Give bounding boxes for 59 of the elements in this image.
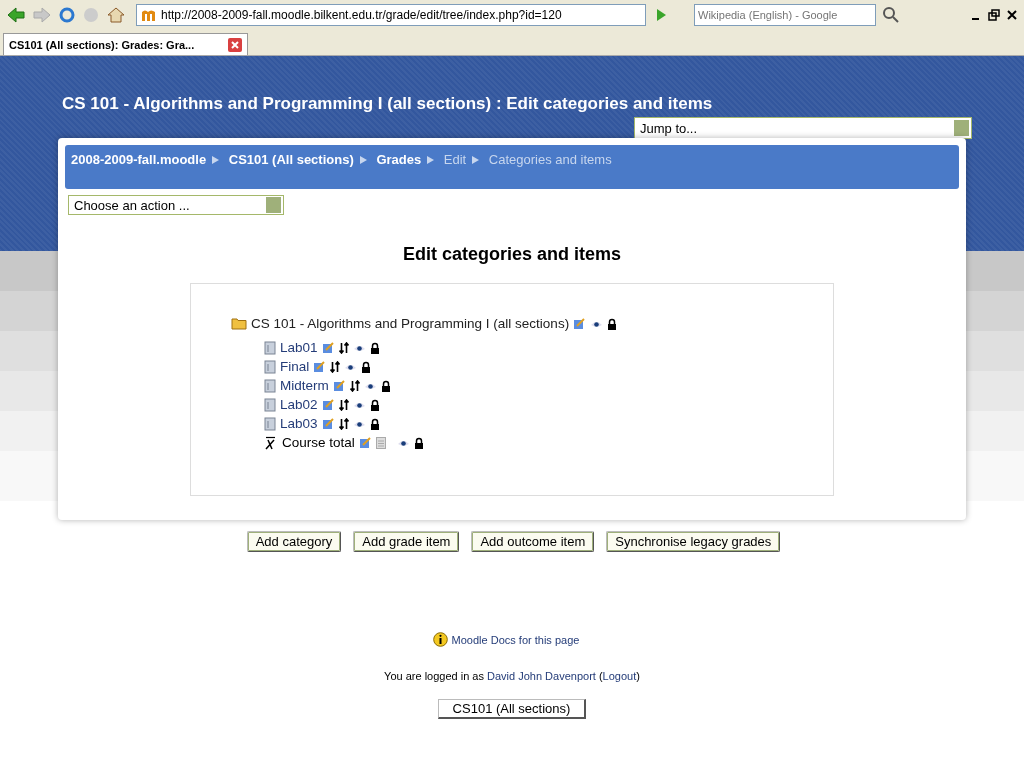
action-select[interactable]: Choose an action ... (68, 195, 284, 215)
lock-icon[interactable] (380, 379, 391, 392)
breadcrumb-item: Categories and items (488, 152, 612, 167)
grade-item-link[interactable]: Final (280, 359, 310, 374)
breadcrumb-item[interactable]: CS101 (All sections) (228, 152, 354, 167)
action-button[interactable]: Add outcome item (471, 531, 595, 552)
logout-link[interactable]: Logout (602, 670, 637, 682)
page-title: CS 101 - Algorithms and Programming I (all sections) : Edit categories and items (62, 93, 714, 114)
address-field[interactable]: http://2008-2009-fall.moodle.bilkent.edu.tr/grade/edit/tree/index.php?id=120 (136, 4, 646, 26)
browser-tab[interactable]: CS101 (All sections): Grades: Gra... (3, 33, 248, 55)
docs-link[interactable]: Moodle Docs for this page (451, 633, 580, 646)
action-button[interactable]: Synchronise legacy grades (606, 531, 781, 552)
lock-icon[interactable] (369, 417, 380, 430)
move-icon[interactable] (338, 417, 349, 430)
document-icon (264, 359, 276, 374)
separator-icon (212, 156, 220, 164)
action-button[interactable]: Add grade item (353, 531, 460, 552)
edit-icon[interactable] (358, 436, 372, 449)
lock-icon[interactable] (369, 341, 380, 354)
jump-to-select[interactable]: Jump to... (634, 117, 972, 139)
breadcrumb-item: Edit (443, 152, 467, 167)
back-icon[interactable] (6, 6, 26, 24)
separator-icon (472, 156, 480, 164)
move-icon[interactable] (330, 360, 341, 373)
separator-icon (427, 156, 435, 164)
grade-item-name: Course total (282, 435, 355, 450)
document-icon (264, 416, 276, 431)
document-icon (264, 397, 276, 412)
user-link[interactable]: David John Davenport (487, 670, 596, 682)
search-field[interactable]: Wikipedia (English) - Google (694, 4, 876, 26)
login-info: You are logged in as David John Davenport (Logout) (383, 670, 641, 682)
separator-icon (359, 156, 367, 164)
info-icon (432, 632, 448, 647)
grade-item-link[interactable]: Lab02 (280, 397, 318, 412)
lock-icon[interactable] (369, 398, 380, 411)
action-button[interactable]: Add category (246, 531, 342, 552)
move-icon[interactable] (338, 398, 349, 411)
document-icon (264, 378, 276, 393)
restore-icon[interactable] (988, 9, 1000, 21)
lock-icon[interactable] (413, 436, 424, 449)
folder-icon (231, 317, 247, 330)
mean-icon (264, 435, 276, 450)
site-icon (141, 8, 157, 22)
close-icon[interactable] (1006, 9, 1018, 21)
category-name: CS 101 - Algorithms and Programming I (all sections) (251, 316, 570, 331)
breadcrumb-item[interactable]: 2008-2009-fall.moodle (71, 152, 207, 167)
move-icon[interactable] (338, 341, 349, 354)
grade-item-link[interactable]: Lab03 (280, 416, 318, 431)
grade-item-link[interactable]: Lab01 (280, 340, 318, 355)
move-icon[interactable] (349, 379, 360, 392)
document-icon (264, 340, 276, 355)
page-heading: Edit categories and items (401, 244, 623, 266)
home-icon[interactable] (106, 6, 126, 24)
search-icon[interactable] (882, 6, 900, 24)
course-button[interactable]: CS101 (All sections) (437, 699, 587, 719)
grade-item-link[interactable]: Midterm (280, 378, 329, 393)
lock-icon[interactable] (607, 317, 618, 330)
lock-icon[interactable] (361, 360, 372, 373)
breadcrumb-item[interactable]: Grades (376, 152, 422, 167)
